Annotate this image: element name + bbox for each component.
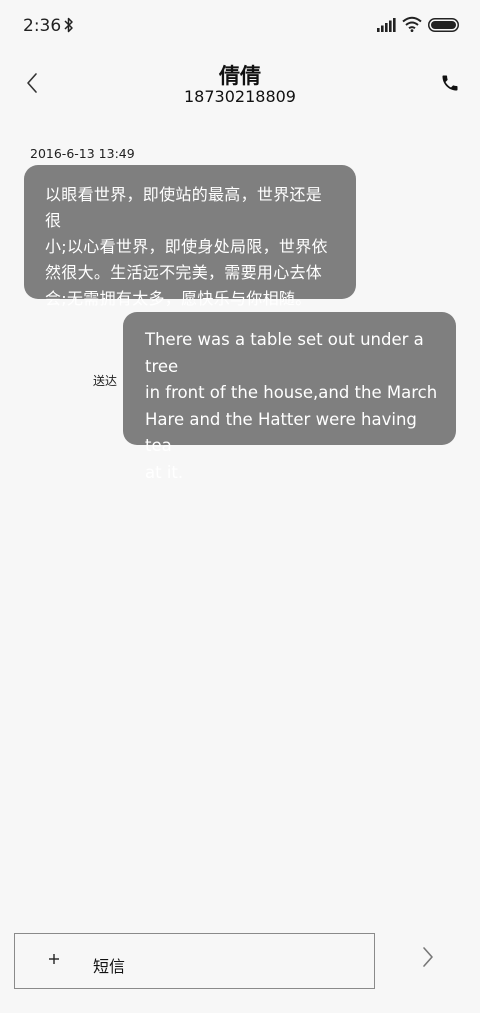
messaging-screen: 2:36 倩倩 18730218809 2016-6-13 13:49 以眼看世… [0,0,480,1013]
incoming-message-line: 然很大。生活远不完美，需要用心去体 [45,263,323,282]
status-time: 2:36 [23,16,62,36]
delivery-status: 送达 [93,374,118,388]
outgoing-message-line: at it. [145,462,184,482]
incoming-message-line: 小;以心看世界，即使身处局限，世界依 [45,237,328,256]
send-button[interactable] [416,943,440,971]
phone-icon [442,75,458,91]
outgoing-message-line: in front of the house,and the March [145,383,438,402]
outgoing-message-bubble[interactable]: There was a table set out under a tree i… [123,312,456,482]
status-bar: 2:36 [0,0,480,52]
incoming-message-line: 以眼看世界，即使站的最高，世界还是很 [45,185,323,230]
bluetooth-icon [64,17,73,33]
message-timestamp: 2016-6-13 13:49 [30,146,135,161]
incoming-message-bubble[interactable]: 以眼看世界，即使站的最高，世界还是很 小;以心看世界，即使身处局限，世界依 然很… [24,165,356,308]
plus-icon[interactable] [46,951,62,967]
incoming-message-line: 会;无需拥有太多，愿快乐与你相随。 [45,289,312,308]
outgoing-message-line: There was a table set out under a tree [145,330,424,376]
call-button[interactable] [437,70,463,96]
contact-number: 18730218809 [184,87,296,106]
signal-icon [377,18,396,32]
conversation-header: 倩倩 18730218809 [0,52,480,114]
message-input[interactable]: 短信 [93,953,125,977]
battery-icon [428,18,459,32]
outgoing-message-line: Hare and the Hatter were having tea [145,409,417,456]
compose-box[interactable]: 短信 [14,933,375,989]
contact-name: 倩倩 [219,64,261,88]
send-arrow-icon [423,947,433,967]
wifi-icon [402,16,422,32]
